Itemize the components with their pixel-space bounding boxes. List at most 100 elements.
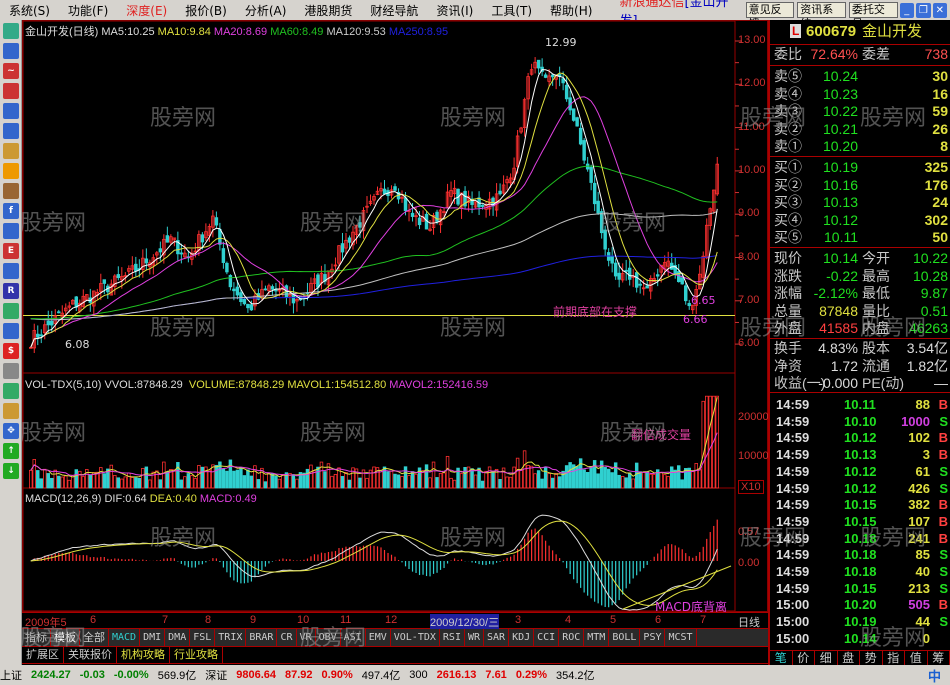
search-icon[interactable] xyxy=(3,223,19,239)
row-label: 最低 xyxy=(862,285,890,302)
indicator-tab-kdj[interactable]: KDJ xyxy=(509,629,535,646)
trend-icon[interactable] xyxy=(3,263,19,279)
indicator-tab-roc[interactable]: ROC xyxy=(559,629,585,646)
extension-tab[interactable]: 关联报价 xyxy=(64,647,117,663)
minimize-button[interactable]: _ xyxy=(899,2,915,18)
top-button[interactable]: 委托交易 xyxy=(848,2,898,30)
trade-row: 14:59 10.18 241 B xyxy=(774,531,950,547)
ime-indicator[interactable]: 中 xyxy=(928,666,941,685)
status-hs-amt: 354.2亿 xyxy=(556,670,595,682)
sell-volume: 8 xyxy=(940,138,948,155)
multi-window-icon[interactable] xyxy=(3,103,19,119)
menu-item[interactable]: 报价(B) xyxy=(176,2,236,19)
trade-volume: 88 xyxy=(915,397,930,412)
grid-icon[interactable] xyxy=(3,323,19,339)
indicator-tab-mcst[interactable]: MCST xyxy=(665,629,697,646)
top-button[interactable]: 意见反馈 xyxy=(745,2,795,30)
indicator-tab-mtm[interactable]: MTM xyxy=(584,629,610,646)
menu-item[interactable]: 分析(A) xyxy=(236,2,296,19)
indicator-tab-全部[interactable]: 全部 xyxy=(80,629,109,646)
volume-bar xyxy=(333,474,338,489)
extension-tab[interactable]: 机构攻略 xyxy=(117,647,170,663)
volume-bar xyxy=(536,470,541,489)
etf-icon[interactable]: E xyxy=(3,243,19,259)
sector-icon[interactable] xyxy=(3,163,19,179)
indicator-tab-boll[interactable]: BOLL xyxy=(609,629,641,646)
quote-tab[interactable]: 筹 xyxy=(928,651,950,665)
pencil-icon[interactable] xyxy=(3,403,19,419)
indicator-tab-wr[interactable]: WR xyxy=(465,629,485,646)
indicator-tab-dmi[interactable]: DMI xyxy=(140,629,166,646)
candle-body xyxy=(228,275,233,288)
indicator-tab-brar[interactable]: BRAR xyxy=(246,629,278,646)
indicator-tab-obv[interactable]: OBV xyxy=(316,629,341,646)
menu-item[interactable]: 工具(T) xyxy=(482,2,541,19)
quote-tab[interactable]: 指 xyxy=(883,651,905,665)
indicator-tab-fsl[interactable]: FSL xyxy=(190,629,216,646)
volume-bar xyxy=(120,478,124,489)
menu-item[interactable]: 帮助(H) xyxy=(541,2,601,19)
menu-item[interactable]: 功能(F) xyxy=(59,2,117,19)
candle-body xyxy=(358,222,362,228)
indicator-tab-vr[interactable]: VR xyxy=(297,629,316,646)
indicator-tab-sar[interactable]: SAR xyxy=(484,629,510,646)
quote-icon[interactable] xyxy=(3,23,19,39)
list-icon[interactable] xyxy=(3,43,19,59)
indicator-tab-trix[interactable]: TRIX xyxy=(215,629,247,646)
quote-tab[interactable]: 细 xyxy=(815,651,838,665)
restore-button[interactable]: ❐ xyxy=(916,2,931,18)
arrow-up-icon[interactable]: ↑ xyxy=(3,443,19,459)
quote-tab[interactable]: 值 xyxy=(905,651,928,665)
table-icon[interactable] xyxy=(3,123,19,139)
rsi-icon[interactable]: R xyxy=(3,283,19,299)
quote-tab[interactable]: 笔 xyxy=(770,651,793,665)
export-icon[interactable] xyxy=(3,383,19,399)
volume-bar xyxy=(225,470,229,489)
top-button[interactable]: 资讯系统 xyxy=(797,2,846,30)
indicator-tab-asi[interactable]: ASI xyxy=(341,629,366,646)
indicator-tab-emv[interactable]: EMV xyxy=(366,629,391,646)
link-icon[interactable] xyxy=(3,363,19,379)
indicator-tab-rsi[interactable]: RSI xyxy=(440,629,465,646)
users-icon[interactable] xyxy=(3,183,19,199)
price-axis-label: 6.00 xyxy=(738,337,760,350)
quote-tab[interactable]: 势 xyxy=(860,651,883,665)
quote-tab[interactable]: 盘 xyxy=(838,651,860,665)
money-icon[interactable]: $ xyxy=(3,343,19,359)
news-icon[interactable] xyxy=(3,143,19,159)
move-icon[interactable]: ✥ xyxy=(3,423,19,439)
indicator-tab-cci[interactable]: CCI xyxy=(534,629,560,646)
indicator-tab-指标[interactable]: 指标 xyxy=(22,629,51,646)
close-button[interactable]: ✕ xyxy=(932,2,948,18)
refresh-icon[interactable] xyxy=(3,303,19,319)
formula-icon[interactable]: f xyxy=(3,203,19,219)
indicator-tab-dma[interactable]: DMA xyxy=(165,629,191,646)
row-value: 4.83% xyxy=(818,340,858,356)
volume-bar xyxy=(235,469,240,489)
candle-body xyxy=(634,272,639,288)
extension-tab[interactable]: 行业攻略 xyxy=(170,647,223,663)
arrow-down-icon[interactable]: ↓ xyxy=(3,463,19,479)
mavol1-value: MAVOL1:154512.80 xyxy=(287,379,387,391)
indicator-tab-vol-tdx[interactable]: VOL-TDX xyxy=(391,629,440,646)
extension-tab[interactable]: 扩展区 xyxy=(22,647,64,663)
menu-item[interactable]: 系统(S) xyxy=(0,2,59,19)
menu-item[interactable]: 深度(E) xyxy=(117,2,176,19)
volume-bar xyxy=(641,471,646,489)
kline-chart[interactable]: 金山开发(日线) MA5:10.25 MA10:9.84 MA20:8.69 M… xyxy=(22,20,769,614)
volume-bar xyxy=(193,478,198,489)
menu-item[interactable]: 港股期货 xyxy=(295,2,361,19)
indicator-tab-cr[interactable]: CR xyxy=(277,629,297,646)
line-chart-icon[interactable]: ~ xyxy=(3,63,19,79)
kline-icon[interactable] xyxy=(3,83,19,99)
indicator-tab-模板[interactable]: 模板 xyxy=(51,629,80,646)
indicator-tab-psy[interactable]: PSY xyxy=(640,629,666,646)
trade-volume: 241 xyxy=(908,530,930,546)
volume-bar xyxy=(372,466,376,489)
indicator-tab-macd[interactable]: MACD xyxy=(109,629,141,646)
row-label: 卖③ xyxy=(774,103,802,120)
volume-bar xyxy=(319,461,324,489)
menu-item[interactable]: 资讯(I) xyxy=(427,2,482,19)
quote-tab[interactable]: 价 xyxy=(793,651,815,665)
menu-item[interactable]: 财经导航 xyxy=(361,2,427,19)
